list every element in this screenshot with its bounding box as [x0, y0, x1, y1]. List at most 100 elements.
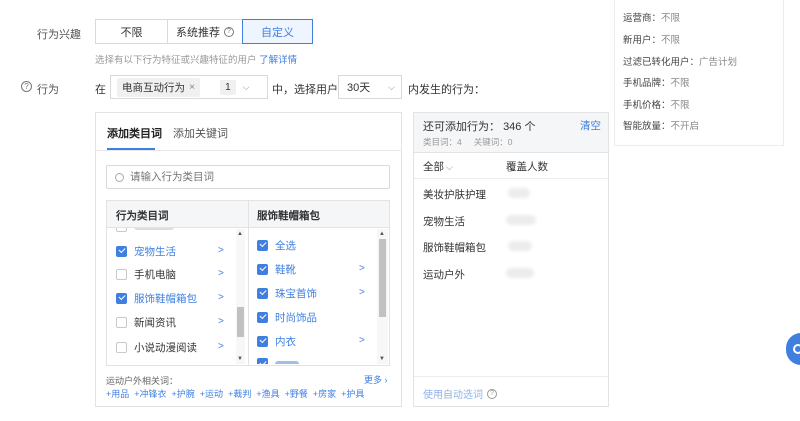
related-word[interactable]: +用品 [106, 387, 129, 400]
chevron-down-icon: ⌵ [388, 81, 395, 92]
interest-option-recommended[interactable]: 系统推荐 ? [167, 19, 243, 44]
selected-row: 美妆护肤护理 [423, 189, 486, 201]
chevron-right-icon[interactable]: > [218, 292, 224, 303]
related-word[interactable]: +运动 [200, 387, 223, 400]
checkbox[interactable] [257, 239, 268, 251]
cover-count-header: 覆盖人数 [506, 161, 548, 173]
interest-label: 行为兴趣 [37, 29, 81, 41]
tab-add-category[interactable]: 添加类目词 [107, 125, 162, 141]
chevron-right-icon[interactable]: > [218, 341, 224, 352]
tab-divider [95, 150, 402, 151]
col1-scrollbar[interactable]: ▲ ▼ [236, 229, 245, 364]
selected-row: 服饰鞋帽箱包 [423, 242, 486, 254]
auto-select-button[interactable]: 使用自动选词 ? [423, 386, 497, 401]
related-more-link[interactable]: 更多 › [364, 373, 388, 386]
learn-more-link[interactable]: 了解详情 [259, 55, 297, 66]
checkbox[interactable] [116, 245, 127, 257]
checkbox[interactable] [257, 287, 268, 299]
related-word[interactable]: +冲锋衣 [134, 387, 166, 400]
remaining-count: 还可添加行为： 346 个 [423, 121, 536, 133]
chevron-right-icon[interactable]: > [218, 245, 224, 256]
partial-row-clip [257, 358, 357, 364]
selected-row: 运动户外 [423, 269, 465, 281]
selected-panel-divider [414, 178, 608, 179]
scene-tag: 电商互动行为 × [117, 77, 201, 97]
category-search-input[interactable] [106, 165, 390, 189]
column-divider [248, 201, 249, 365]
checkbox[interactable] [257, 311, 268, 323]
cover-count-value [506, 268, 534, 278]
behavior-scene-select[interactable]: 电商互动行为 × 1 ⌵ [110, 75, 268, 99]
scroll-thumb[interactable] [237, 307, 244, 337]
tag-close-icon[interactable]: × [189, 81, 195, 93]
scroll-up-icon[interactable]: ▲ [379, 231, 385, 237]
cover-count-value [508, 188, 530, 198]
filter-all-dropdown[interactable]: 全部 ⌵ [423, 159, 453, 174]
behavior-suffix: 内发生的行为： [408, 84, 485, 96]
selected-row: 宠物生活 [423, 216, 465, 228]
chevron-right-icon[interactable]: > [218, 316, 224, 327]
related-word[interactable]: +房家 [313, 387, 336, 400]
scroll-up-icon[interactable]: ▲ [237, 231, 243, 237]
chevron-right-icon: › [384, 375, 388, 385]
help-icon: ? [224, 26, 234, 37]
list-item-col2[interactable]: 珠宝首饰 [257, 282, 317, 304]
checkbox[interactable] [116, 268, 127, 280]
list-item-col2[interactable]: 鞋靴 [257, 258, 296, 280]
col2-scrollbar[interactable]: ▲ ▼ [377, 229, 388, 364]
summary-item-smart-expand: 智能放量：不开启 [623, 121, 700, 132]
chevron-down-icon: ⌵ [446, 162, 453, 172]
checkbox[interactable] [116, 341, 127, 353]
list-item-col1[interactable]: 小说动漫阅读 [116, 336, 197, 358]
interest-option-unlimited[interactable]: 不限 [95, 19, 168, 44]
col2-header: 服饰鞋帽箱包 [257, 210, 320, 222]
summary-item-filter-converted: 过滤已转化用户：广告计划 [623, 57, 738, 68]
scroll-down-icon[interactable]: ▼ [379, 356, 385, 362]
scroll-thumb[interactable] [379, 239, 386, 317]
partial-row-clip [116, 228, 236, 233]
headset-icon [793, 344, 800, 354]
interest-option-custom[interactable]: 自定义 [242, 19, 313, 44]
category-search-field[interactable] [130, 171, 360, 183]
list-item-col2[interactable]: 全选 [257, 234, 296, 256]
chevron-right-icon[interactable]: > [359, 335, 365, 346]
help-icon: ? [487, 388, 497, 399]
list-item-col1[interactable]: 宠物生活 [116, 240, 176, 262]
search-icon [115, 172, 124, 182]
chevron-right-icon[interactable]: > [218, 268, 224, 279]
floating-help-button[interactable] [786, 333, 800, 365]
scroll-down-icon[interactable]: ▼ [237, 356, 243, 362]
list-item-col2[interactable]: 内衣 [257, 330, 296, 352]
selected-footer-divider [414, 376, 608, 377]
list-item-col1[interactable]: 新闻资讯 [116, 311, 176, 333]
chevron-down-icon: ⌵ [242, 81, 250, 92]
list-item-col1[interactable]: 手机电脑 [116, 263, 176, 285]
checkbox[interactable] [257, 263, 268, 275]
related-word[interactable]: +裁判 [228, 387, 251, 400]
checkbox[interactable] [116, 292, 127, 304]
days-select[interactable]: 30天 ⌵ [338, 75, 402, 99]
behavior-label: 行为 [37, 84, 59, 96]
list-item-col1[interactable]: 服饰鞋帽箱包 [116, 287, 197, 309]
interest-hint: 选择有以下行为特征或兴趣特征的用户 了解详情 [95, 55, 298, 66]
behavior-mid-text: 中，选择用户 [272, 84, 338, 96]
selected-behaviors-panel [413, 112, 609, 407]
col1-header: 行为类目词 [116, 210, 169, 222]
summary-item-phone-price: 手机价格：不限 [623, 100, 690, 111]
related-word[interactable]: +护具 [341, 387, 364, 400]
checkbox[interactable] [257, 335, 268, 347]
cover-count-value [506, 215, 536, 225]
related-words-list: +用品 +冲锋衣 +护腕 +运动 +裁判 +渔具 +野餐 +房家 +护具 [106, 387, 364, 400]
related-word[interactable]: +渔具 [256, 387, 279, 400]
related-word[interactable]: +护腕 [172, 387, 195, 400]
tab-add-keyword[interactable]: 添加关键词 [173, 125, 228, 141]
chevron-right-icon[interactable]: > [359, 287, 365, 298]
checkbox[interactable] [116, 316, 127, 328]
clear-button[interactable]: 清空 [580, 118, 601, 133]
behavior-help-icon: ? [21, 81, 32, 92]
chevron-right-icon[interactable]: > [359, 263, 365, 274]
selected-sub-counts: 类目词：4 关键词：0 [423, 137, 513, 147]
related-word[interactable]: +野餐 [285, 387, 308, 400]
summary-item-new-user: 新用户：不限 [623, 35, 681, 46]
list-item-col2[interactable]: 时尚饰品 [257, 306, 317, 328]
